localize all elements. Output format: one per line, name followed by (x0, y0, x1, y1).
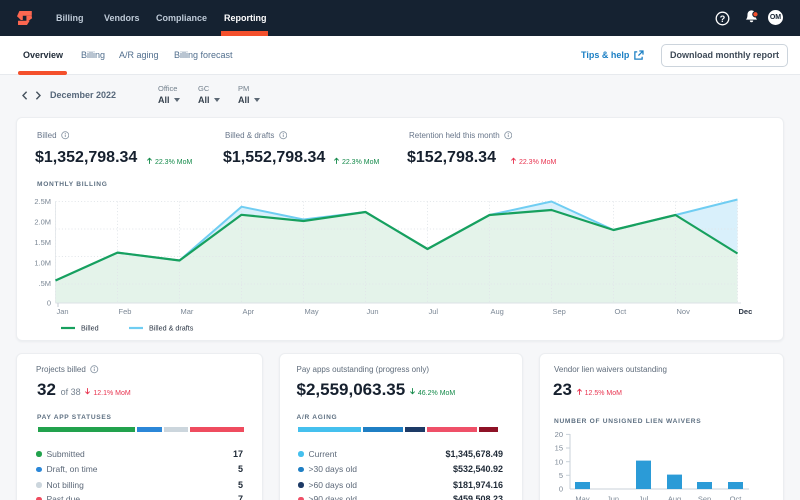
svg-text:15: 15 (555, 444, 563, 453)
svg-text:Feb: Feb (119, 307, 132, 316)
svg-text:1.5M: 1.5M (34, 238, 51, 247)
svg-text:Oct: Oct (615, 307, 628, 316)
svg-text:1.0M: 1.0M (34, 259, 51, 268)
svg-text:Jul: Jul (639, 495, 649, 500)
svg-text:Sep: Sep (698, 495, 711, 500)
svg-text:Mar: Mar (181, 307, 194, 316)
svg-text:10: 10 (555, 457, 563, 466)
svg-text:?: ? (719, 14, 725, 24)
svg-text:5: 5 (559, 471, 563, 480)
svg-text:Nov: Nov (677, 307, 691, 316)
svg-text:0: 0 (47, 299, 51, 308)
svg-text:Aug: Aug (491, 307, 504, 316)
svg-text:20: 20 (555, 430, 563, 439)
svg-text:0: 0 (559, 485, 563, 494)
svg-text:May: May (305, 307, 319, 316)
svg-text:2.0M: 2.0M (34, 218, 51, 227)
svg-text:Jan: Jan (57, 307, 69, 316)
svg-text:Jun: Jun (367, 307, 379, 316)
svg-text:Jul: Jul (429, 307, 439, 316)
svg-text:Jun: Jun (607, 495, 619, 500)
svg-text:Apr: Apr (243, 307, 255, 316)
svg-text:Aug: Aug (668, 495, 681, 500)
svg-text:Billed: Billed (81, 324, 99, 333)
svg-text:May: May (575, 495, 589, 500)
svg-text:Sep: Sep (553, 307, 566, 316)
svg-text:Dec: Dec (739, 307, 753, 316)
svg-text:Billed & drafts: Billed & drafts (149, 324, 194, 333)
svg-text:Oct: Oct (730, 495, 743, 500)
svg-text:.5M: .5M (38, 279, 51, 288)
svg-text:2.5M: 2.5M (34, 197, 51, 206)
